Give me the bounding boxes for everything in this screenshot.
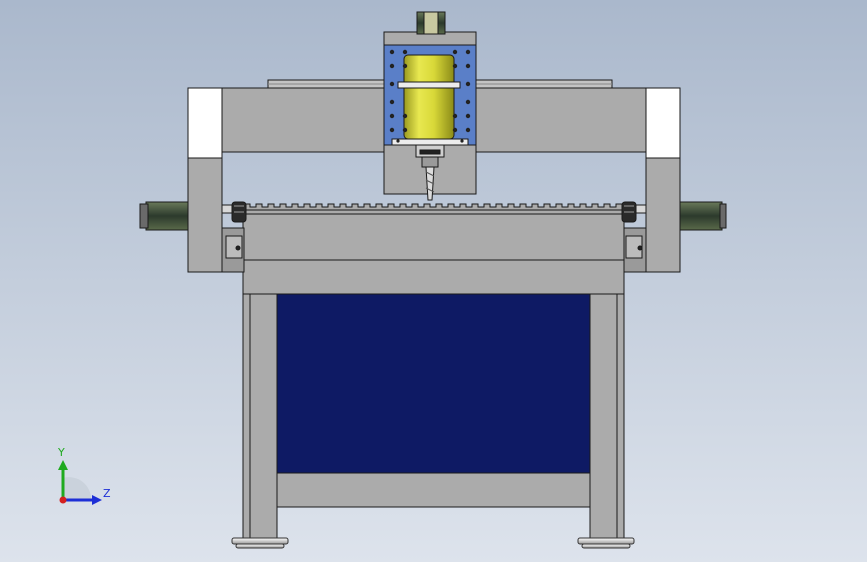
stand-blue-panel[interactable] bbox=[276, 293, 591, 474]
spindle-motor-body bbox=[403, 54, 455, 140]
spindle-clamp-bottom bbox=[391, 138, 469, 146]
right-motor-shaft bbox=[635, 204, 647, 214]
foot-right bbox=[577, 537, 635, 545]
left-stepper-motor bbox=[145, 201, 189, 231]
foot-left bbox=[231, 537, 289, 545]
right-motor-cap bbox=[719, 203, 727, 229]
gantry-left-upright bbox=[187, 151, 223, 273]
collet-ring bbox=[419, 149, 441, 155]
stand-lower-crossbar bbox=[276, 472, 591, 508]
right-stepper-motor bbox=[679, 201, 723, 231]
left-motor-cap bbox=[139, 203, 149, 229]
spindle-clamp-top bbox=[397, 81, 461, 89]
stand-left-leg bbox=[242, 293, 278, 541]
left-motor-shaft bbox=[221, 204, 233, 214]
stand-right-leg bbox=[589, 293, 625, 541]
z-axis-label: Z bbox=[103, 487, 111, 500]
gantry-right-end-block bbox=[645, 87, 681, 159]
z-motor-coupler bbox=[423, 11, 439, 35]
table-bed bbox=[242, 209, 625, 261]
x-axis-origin-dot bbox=[59, 496, 67, 504]
cad-viewport[interactable]: Y Z bbox=[0, 0, 867, 562]
y-axis-label: Y bbox=[57, 446, 65, 459]
gantry-left-end-block bbox=[187, 87, 223, 159]
left-carriage-bolt bbox=[235, 245, 241, 251]
work-table[interactable] bbox=[242, 203, 625, 261]
stand-top-beam bbox=[242, 257, 625, 295]
right-carriage-bolt bbox=[637, 245, 643, 251]
z-axis-carriage[interactable] bbox=[383, 11, 477, 201]
cnc-router-front-view: Y Z bbox=[0, 0, 867, 562]
foot-left-base bbox=[235, 543, 285, 549]
foot-right-base bbox=[581, 543, 631, 549]
gantry-right-upright bbox=[645, 151, 681, 273]
spindle-collet bbox=[421, 156, 439, 168]
